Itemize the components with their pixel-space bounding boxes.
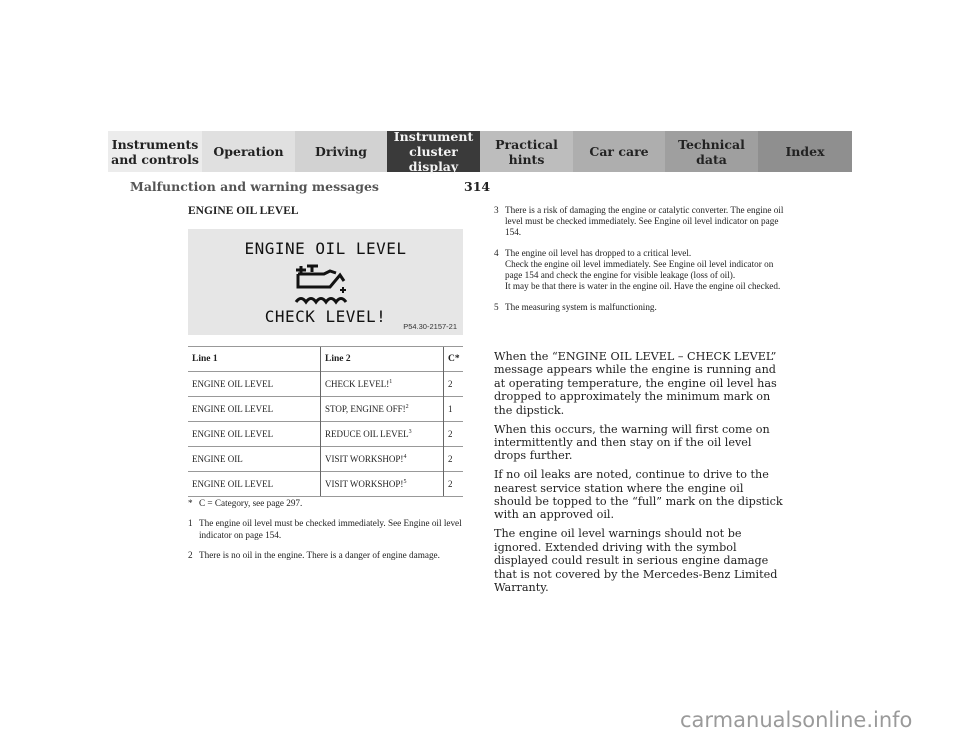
cell-category: 2 — [443, 446, 463, 472]
column-header-line1: Line 1 — [188, 346, 321, 372]
cell-category: 2 — [443, 421, 463, 447]
cell-line1: ENGINE OIL — [188, 446, 321, 472]
tab-technical-data[interactable]: Technical data — [665, 131, 758, 172]
tab-label: Instruments and controls — [111, 136, 199, 167]
footnote: 3 There is a risk of damaging the engine … — [494, 205, 784, 237]
tab-label: Practical hints — [495, 136, 558, 167]
paragraph: If no oil leaks are noted, continue to d… — [494, 468, 783, 522]
tab-practical-hints[interactable]: Practical hints — [480, 131, 573, 172]
tab-label: Operation — [213, 144, 284, 159]
cell-line1: ENGINE OIL LEVEL — [188, 371, 321, 397]
tab-label: Car care — [589, 144, 649, 159]
cell-line1: ENGINE OIL LEVEL — [188, 396, 321, 422]
tab-operation[interactable]: Operation — [202, 131, 295, 172]
display-line-1: ENGINE OIL LEVEL — [244, 239, 407, 258]
tab-driving[interactable]: Driving — [295, 131, 387, 172]
chapter-tabs: Instruments and controls Operation Drivin… — [108, 129, 852, 174]
engine-oil-can-icon — [294, 264, 348, 305]
cell-line2: STOP, ENGINE OFF!2 — [320, 396, 444, 422]
section-title: Malfunction and warning messages — [130, 179, 379, 194]
tab-instrument-cluster-display[interactable]: Instrument cluster display — [387, 129, 480, 174]
subsection-heading: ENGINE OIL LEVEL — [188, 205, 299, 217]
tab-index[interactable]: Index — [758, 131, 852, 172]
table-header-row: Line 1 Line 2 C* — [188, 346, 463, 372]
footnote-ref: 1 — [389, 379, 393, 385]
footnotes-left: * C = Category, see page 297. 1 The engine… — [188, 497, 478, 569]
table-row: ENGINE OIL VISIT WORKSHOP!4 2 — [188, 446, 463, 472]
tab-car-care[interactable]: Car care — [573, 131, 665, 172]
paragraph: When the “ENGINE OIL LEVEL – CHECK LEVEL… — [494, 350, 777, 417]
footnotes-right: 3 There is a risk of damaging the engine … — [494, 205, 784, 323]
footnote-ref: 5 — [403, 479, 407, 485]
footnote: 5 The measuring system is malfunctioning. — [494, 302, 657, 312]
cell-line2: CHECK LEVEL!1 — [320, 371, 444, 397]
column-header-line2: Line 2 — [320, 346, 444, 372]
column-header-category: C* — [443, 346, 463, 372]
footnote-ref: 4 — [403, 454, 407, 460]
page-number: 314 — [464, 179, 491, 194]
cell-line2: REDUCE OIL LEVEL3 — [320, 421, 444, 447]
figure-code: P54.30-2157-21 — [403, 322, 457, 331]
cell-category: 2 — [443, 371, 463, 397]
cluster-display-figure: ENGINE OIL LEVEL CHECK LEVEL! P54.30-215… — [188, 229, 463, 335]
tab-label: Driving — [314, 144, 367, 159]
cell-line1: ENGINE OIL LEVEL — [188, 421, 321, 447]
footnote: 4 The engine oil level has dropped to a c… — [494, 248, 781, 291]
tab-instruments-and-controls[interactable]: Instruments and controls — [108, 131, 202, 172]
table-row: ENGINE OIL LEVEL CHECK LEVEL!1 2 — [188, 371, 463, 397]
cell-line2: VISIT WORKSHOP!4 — [320, 446, 444, 472]
footnote-ref: 3 — [408, 429, 412, 435]
tab-label: Index — [785, 144, 825, 159]
table-row: ENGINE OIL LEVEL STOP, ENGINE OFF!2 1 — [188, 396, 463, 422]
footnote: 1 The engine oil level must be checked im… — [188, 518, 462, 540]
cell-category: 2 — [443, 471, 463, 497]
footnote: * C = Category, see page 297. — [188, 498, 303, 508]
body-text: When the “ENGINE OIL LEVEL – CHECK LEVEL… — [494, 350, 784, 600]
table-row: ENGINE OIL LEVEL REDUCE OIL LEVEL3 2 — [188, 421, 463, 447]
tab-label: Technical data — [678, 136, 745, 167]
paragraph: The engine oil level warnings should not… — [494, 527, 778, 594]
watermark: carmanualsonline.info — [680, 708, 913, 732]
footnote-ref: 2 — [405, 404, 409, 410]
cell-category: 1 — [443, 396, 463, 422]
messages-table: Line 1 Line 2 C* ENGINE OIL LEVEL CHECK … — [188, 346, 463, 497]
table-row: ENGINE OIL LEVEL VISIT WORKSHOP!5 2 — [188, 471, 463, 497]
cell-line1: ENGINE OIL LEVEL — [188, 471, 321, 497]
tab-label: Instrument cluster display — [393, 129, 474, 174]
footnote: 2 There is no oil in the engine. There is… — [188, 550, 440, 560]
paragraph: When this occurs, the warning will first… — [494, 422, 770, 463]
cell-line2: VISIT WORKSHOP!5 — [320, 471, 444, 497]
